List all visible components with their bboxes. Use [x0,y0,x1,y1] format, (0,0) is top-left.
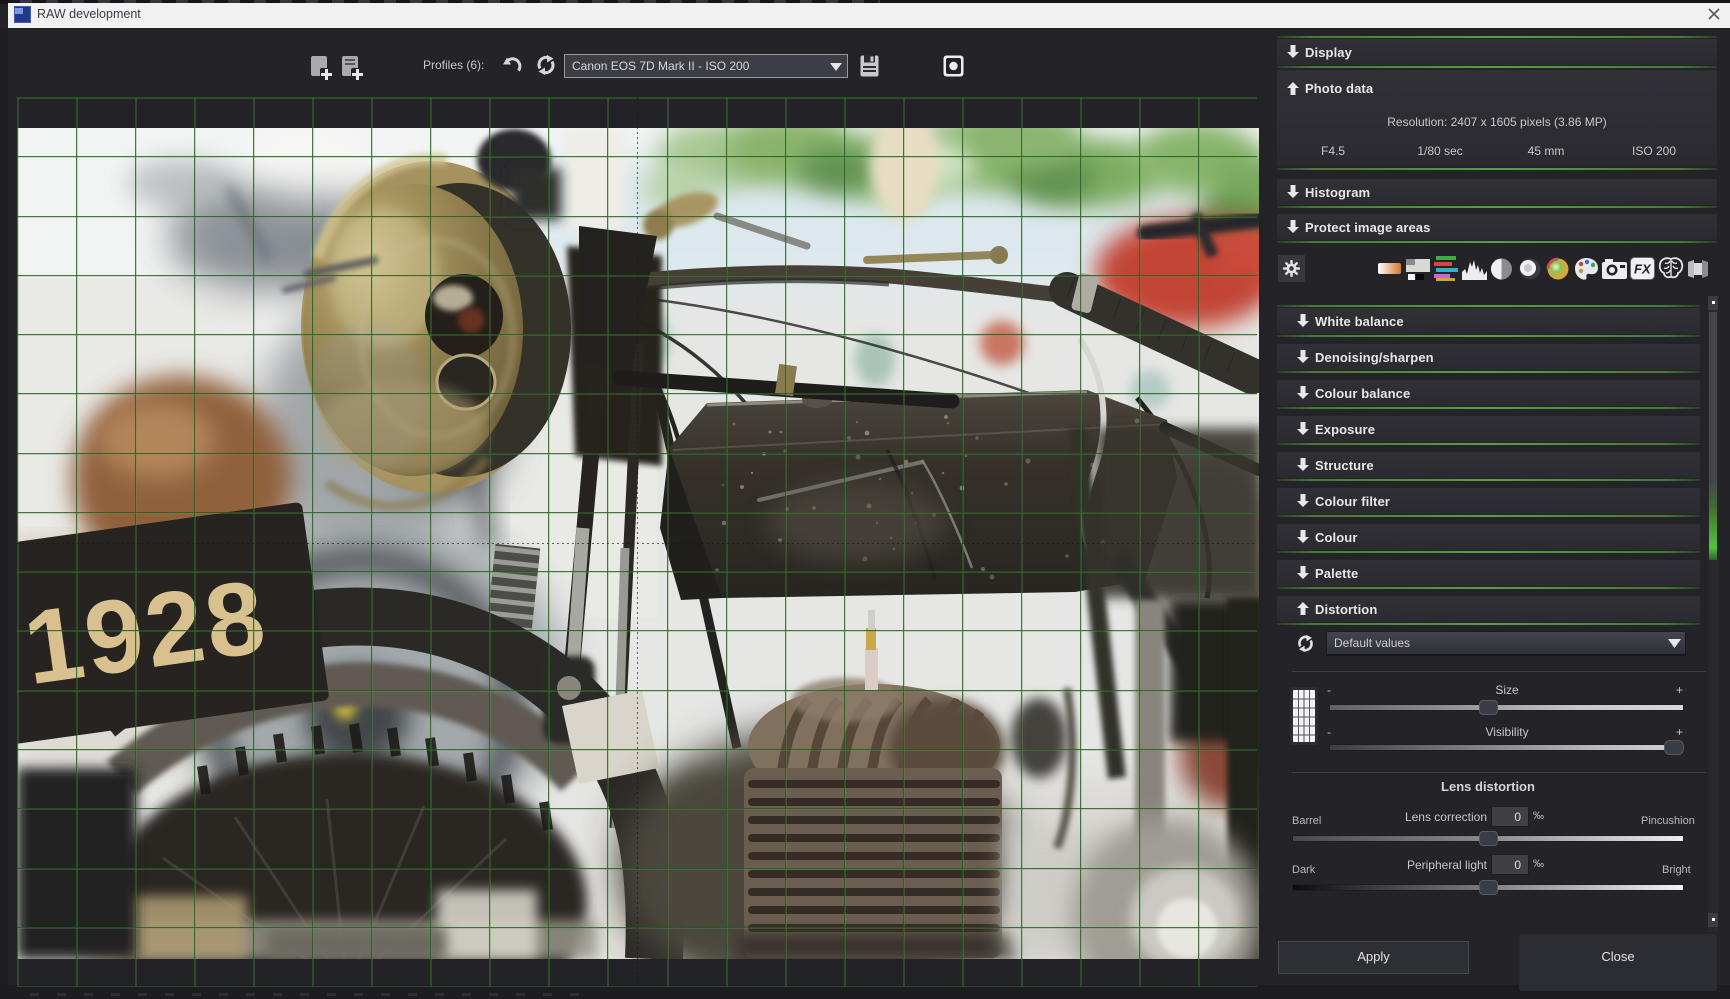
svg-text:FX: FX [1634,262,1652,277]
